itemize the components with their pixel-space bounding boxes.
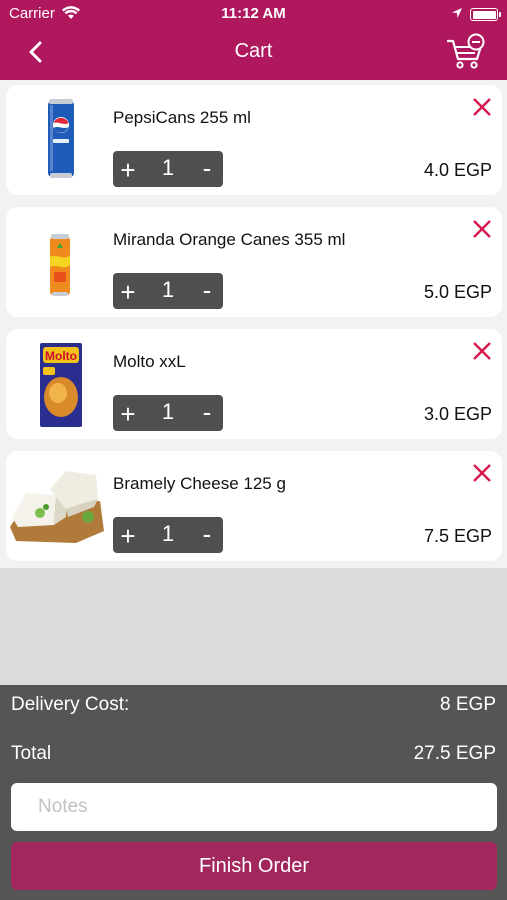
remove-item-button[interactable] [472, 219, 492, 239]
increase-quantity-button[interactable]: + [119, 519, 137, 553]
close-icon [473, 342, 491, 360]
cart-list[interactable]: PepsiCans 255 ml + 1 - 4.0 EGP Miranda O… [0, 80, 507, 568]
finish-order-button[interactable]: Finish Order [11, 842, 497, 890]
decrease-quantity-button[interactable]: - [198, 273, 216, 307]
molto-pack-image: Molto [14, 339, 104, 429]
quantity-value: 1 [161, 155, 175, 180]
svg-text:Molto: Molto [45, 349, 77, 363]
item-name: Bramely Cheese 125 g [113, 474, 286, 493]
quantity-value: 1 [161, 277, 175, 302]
close-icon [473, 464, 491, 482]
quantity-stepper[interactable]: + 1 - [113, 273, 223, 309]
battery-icon [470, 8, 501, 21]
decrease-quantity-button[interactable]: - [198, 517, 216, 551]
cart-item: PepsiCans 255 ml + 1 - 4.0 EGP [6, 85, 502, 195]
location-arrow-icon [451, 6, 463, 23]
close-icon [473, 220, 491, 238]
quantity-stepper[interactable]: + 1 - [113, 517, 223, 553]
cart-remove-icon [447, 33, 485, 69]
cheese-image [6, 461, 106, 551]
item-price: 5.0 EGP [423, 282, 492, 302]
remove-item-button[interactable] [472, 463, 492, 483]
status-bar: Carrier 11:12 AM [0, 0, 507, 28]
header-bar: Carrier 11:12 AM Cart [0, 0, 507, 80]
quantity-stepper[interactable]: + 1 - [113, 395, 223, 431]
decrease-quantity-button[interactable]: - [198, 395, 216, 429]
clear-cart-button[interactable] [445, 33, 487, 71]
item-price: 3.0 EGP [423, 404, 492, 424]
quantity-value: 1 [161, 399, 175, 424]
remove-item-button[interactable] [472, 341, 492, 361]
item-price: 4.0 EGP [423, 160, 492, 180]
increase-quantity-button[interactable]: + [119, 153, 137, 187]
quantity-value: 1 [161, 521, 175, 546]
item-price: 7.5 EGP [423, 526, 492, 546]
cart-item: Bramely Cheese 125 g + 1 - 7.5 EGP [6, 451, 502, 561]
cart-item: Molto Molto xxL + 1 - 3.0 EGP [6, 329, 502, 439]
pepsi-can-image [14, 95, 104, 185]
close-icon [473, 98, 491, 116]
page-title: Cart [234, 40, 273, 62]
increase-quantity-button[interactable]: + [119, 275, 137, 309]
quantity-stepper[interactable]: + 1 - [113, 151, 223, 187]
total-label: Total [11, 743, 52, 764]
cart-item: Miranda Orange Canes 355 ml + 1 - 5.0 EG… [6, 207, 502, 317]
delivery-cost-label: Delivery Cost: [11, 694, 130, 715]
delivery-cost-value: 8 EGP [440, 694, 496, 715]
decrease-quantity-button[interactable]: - [198, 151, 216, 185]
notes-input[interactable] [11, 783, 497, 831]
remove-item-button[interactable] [472, 97, 492, 117]
total-value: 27.5 EGP [413, 743, 496, 764]
item-name: Miranda Orange Canes 355 ml [113, 230, 346, 249]
clock: 11:12 AM [221, 5, 286, 22]
item-name: PepsiCans 255 ml [113, 108, 251, 127]
increase-quantity-button[interactable]: + [119, 397, 137, 431]
order-summary: Delivery Cost: 8 EGP Total 27.5 EGP Fini… [0, 685, 507, 900]
miranda-can-image [14, 217, 104, 307]
item-name: Molto xxL [113, 352, 186, 371]
